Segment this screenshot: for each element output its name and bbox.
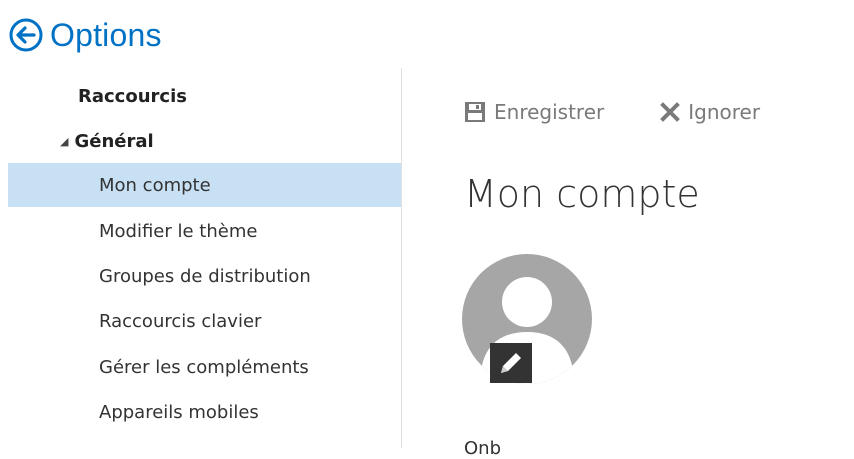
content-title: Mon compte [464,172,700,216]
sidebar-item-distribution-groups[interactable]: Groupes de distribution [99,254,311,298]
save-icon [465,102,485,122]
section-label-partial: Onb [464,438,502,459]
pane-divider [401,68,402,448]
sidebar-item-label: Gérer les compléments [99,356,309,378]
sidebar-item-general[interactable]: ◢ Général [60,119,154,163]
back-arrow-icon[interactable] [8,17,44,53]
sidebar-item-label: Raccourcis clavier [99,310,262,332]
close-icon [660,102,681,122]
save-label: Enregistrer [494,100,605,124]
discard-label: Ignorer [688,100,761,124]
sidebar-item-label: Général [74,130,154,152]
pencil-icon [501,353,521,373]
sidebar-item-keyboard-shortcuts[interactable]: Raccourcis clavier [99,299,261,343]
sidebar-item-mobile-devices[interactable]: Appareils mobiles [99,390,259,434]
page-header: Options [8,10,162,60]
save-button[interactable]: Enregistrer [464,100,604,124]
caret-down-icon: ◢ [60,134,69,148]
sidebar-item-change-theme[interactable]: Modifier le thème [99,209,257,253]
sidebar-item-my-account[interactable]: Mon compte [8,163,401,207]
sidebar-item-label: Mon compte [99,174,211,196]
command-bar: Enregistrer Ignorer [464,92,816,132]
sidebar-item-shortcuts[interactable]: Raccourcis [78,74,187,118]
sidebar-item-manage-addins[interactable]: Gérer les compléments [99,345,309,389]
page-title: Options [50,16,162,53]
discard-button[interactable]: Ignorer [660,100,760,124]
edit-photo-button[interactable] [490,343,532,383]
sidebar-item-label: Appareils mobiles [99,401,259,423]
sidebar-item-label: Groupes de distribution [99,265,311,287]
sidebar-item-label: Modifier le thème [99,220,258,242]
